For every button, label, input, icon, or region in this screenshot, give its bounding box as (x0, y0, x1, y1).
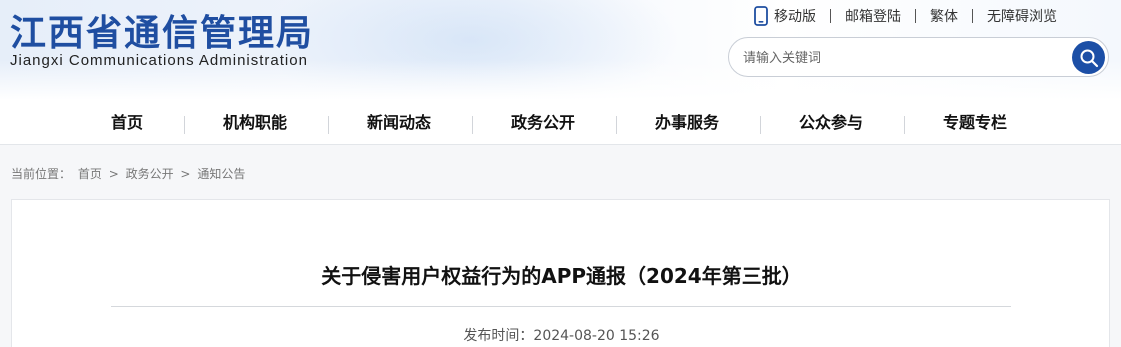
nav-item-public-participation[interactable]: 公众参与 (799, 100, 863, 145)
site-title-cn[interactable]: 江西省通信管理局 (10, 4, 314, 56)
search-icon (1080, 49, 1098, 67)
mobile-phone-icon (754, 6, 768, 26)
main-nav: 首页 机构职能 新闻动态 政务公开 办事服务 公众参与 专题专栏 (0, 100, 1121, 145)
nav-divider (616, 116, 617, 134)
nav-item-news[interactable]: 新闻动态 (367, 100, 431, 145)
top-links-bar: 移动版 邮箱登陆 繁体 无障碍浏览 (752, 6, 1057, 26)
article-panel: 关于侵害用户权益行为的APP通报（2024年第三批） 发布时间：2024-08-… (11, 199, 1110, 347)
nav-item-government-affairs[interactable]: 政务公开 (511, 100, 575, 145)
nav-divider (904, 116, 905, 134)
breadcrumb-separator: > (180, 167, 191, 181)
article-divider (111, 306, 1011, 307)
top-links-divider (915, 9, 916, 23)
mobile-version-label: 移动版 (774, 9, 816, 25)
article-publish-info: 发布时间：2024-08-20 15:26 (12, 325, 1111, 345)
nav-divider (472, 116, 473, 134)
search-button[interactable] (1072, 41, 1105, 74)
search-box (728, 37, 1109, 77)
nav-item-services[interactable]: 办事服务 (655, 100, 719, 145)
mail-login-label: 邮箱登陆 (845, 9, 901, 25)
accessibility-link[interactable]: 无障碍浏览 (987, 6, 1057, 26)
search-input[interactable] (743, 47, 1043, 69)
nav-item-functions[interactable]: 机构职能 (223, 100, 287, 145)
nav-divider (328, 116, 329, 134)
mail-login-link[interactable]: 邮箱登陆 (845, 6, 901, 26)
breadcrumb-item-government-affairs[interactable]: 政务公开 (126, 167, 174, 181)
nav-divider (184, 116, 185, 134)
breadcrumb-prefix: 当前位置： (11, 167, 72, 181)
mobile-version-link[interactable]: 移动版 (752, 6, 816, 26)
site-title-en: Jiangxi Communications Administration (10, 52, 308, 69)
publish-time-label: 发布时间： (463, 328, 534, 344)
traditional-chinese-link[interactable]: 繁体 (930, 6, 958, 26)
traditional-chinese-label: 繁体 (930, 9, 958, 25)
nav-item-home[interactable]: 首页 (111, 100, 143, 145)
breadcrumb-item-notices[interactable]: 通知公告 (197, 167, 245, 181)
accessibility-label: 无障碍浏览 (987, 9, 1057, 25)
nav-item-special-topics[interactable]: 专题专栏 (943, 100, 1007, 145)
breadcrumb-separator: > (108, 167, 119, 181)
nav-divider (760, 116, 761, 134)
top-links-divider (830, 9, 831, 23)
breadcrumb: 当前位置： 首页 > 政务公开 > 通知公告 (11, 165, 248, 182)
article-title: 关于侵害用户权益行为的APP通报（2024年第三批） (321, 264, 802, 288)
breadcrumb-item-home[interactable]: 首页 (78, 167, 102, 181)
top-links-divider (972, 9, 973, 23)
site-header: 江西省通信管理局 Jiangxi Communications Administ… (0, 0, 1121, 100)
publish-time-value: 2024-08-20 15:26 (533, 328, 660, 344)
